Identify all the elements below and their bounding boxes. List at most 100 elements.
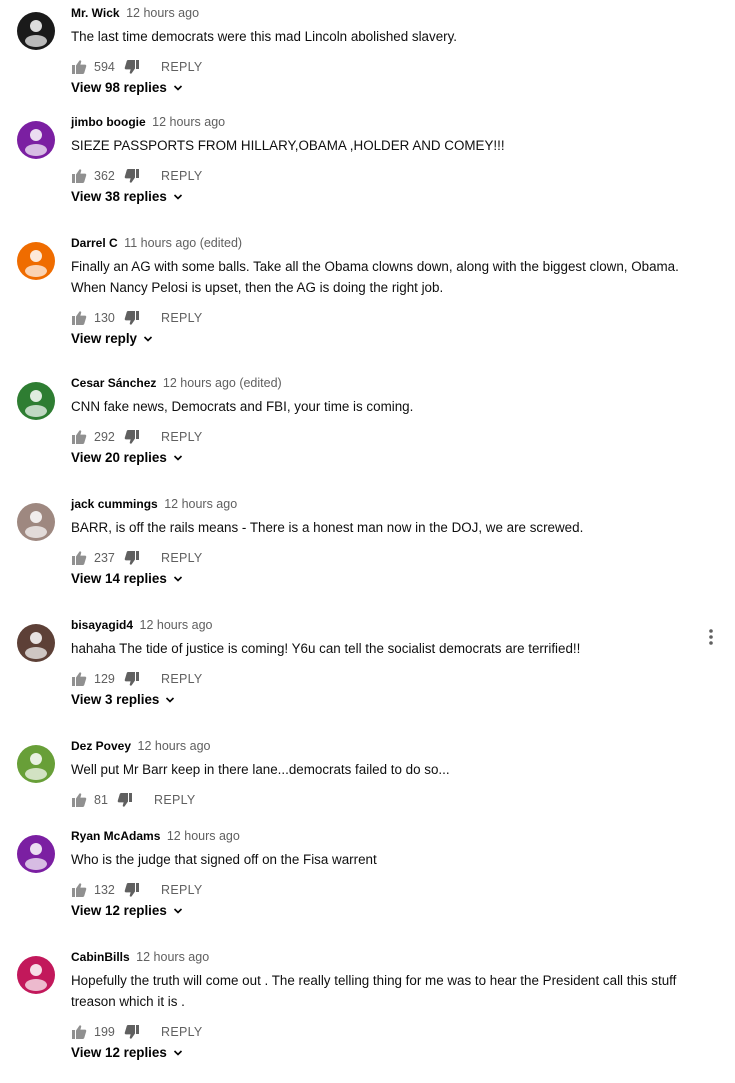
- comment-actions: 292 REPLY: [71, 429, 203, 445]
- thumbs-down-icon[interactable]: [117, 792, 133, 808]
- thumbs-up-icon[interactable]: [71, 59, 87, 75]
- comment-actions: 199 REPLY: [71, 1024, 203, 1040]
- thumbs-down-icon[interactable]: [124, 1024, 140, 1040]
- more-options-icon[interactable]: [705, 628, 717, 646]
- chevron-down-icon: [173, 575, 182, 582]
- comment-actions: 132 REPLY: [71, 882, 203, 898]
- comment-timestamp[interactable]: 12 hours ago: [164, 497, 237, 511]
- view-replies-label: View 98 replies: [71, 80, 167, 95]
- comment-text: Well put Mr Barr keep in there lane...de…: [71, 762, 450, 777]
- author-name[interactable]: jack cummings: [71, 497, 158, 511]
- author-name[interactable]: jimbo boogie: [71, 115, 146, 129]
- comment-text: SIEZE PASSPORTS FROM HILLARY,OBAMA ,HOLD…: [71, 138, 505, 153]
- comment-header: Darrel C 11 hours ago (edited): [71, 236, 242, 250]
- avatar[interactable]: [17, 956, 55, 994]
- comment-timestamp[interactable]: 12 hours ago: [167, 829, 240, 843]
- avatar[interactable]: [17, 121, 55, 159]
- thumbs-up-icon[interactable]: [71, 310, 87, 326]
- default-avatar-icon: [17, 745, 55, 783]
- default-avatar-icon: [17, 956, 55, 994]
- comment-timestamp[interactable]: 12 hours ago: [152, 115, 225, 129]
- comment-header: Cesar Sánchez 12 hours ago (edited): [71, 376, 282, 390]
- view-replies-button[interactable]: View 12 replies: [71, 1045, 183, 1060]
- view-replies-button[interactable]: View 20 replies: [71, 450, 183, 465]
- comment-timestamp[interactable]: 12 hours ago: [126, 6, 199, 20]
- comment-timestamp[interactable]: 12 hours ago: [140, 618, 213, 632]
- reply-button[interactable]: REPLY: [161, 1025, 203, 1039]
- comment-actions: 237 REPLY: [71, 550, 203, 566]
- comment-header: bisayagid4 12 hours ago: [71, 618, 213, 632]
- reply-button[interactable]: REPLY: [161, 883, 203, 897]
- comment-header: jack cummings 12 hours ago: [71, 497, 237, 511]
- thumbs-up-icon[interactable]: [71, 1024, 87, 1040]
- thumbs-down-icon[interactable]: [124, 168, 140, 184]
- reply-button[interactable]: REPLY: [154, 793, 196, 807]
- view-replies-button[interactable]: View reply: [71, 331, 153, 346]
- reply-button[interactable]: REPLY: [161, 672, 203, 686]
- avatar[interactable]: [17, 242, 55, 280]
- thumbs-down-icon[interactable]: [124, 59, 140, 75]
- like-count: 81: [94, 793, 108, 807]
- thumbs-up-icon[interactable]: [71, 671, 87, 687]
- thumbs-up-icon[interactable]: [71, 550, 87, 566]
- author-name[interactable]: Ryan McAdams: [71, 829, 160, 843]
- reply-button[interactable]: REPLY: [161, 430, 203, 444]
- comment-header: jimbo boogie 12 hours ago: [71, 115, 225, 129]
- author-name[interactable]: CabinBills: [71, 950, 130, 964]
- like-count: 292: [94, 430, 115, 444]
- comment-text: Hopefully the truth will come out . The …: [71, 973, 677, 1009]
- comment-timestamp[interactable]: 12 hours ago (edited): [163, 376, 282, 390]
- author-name[interactable]: Mr. Wick: [71, 6, 120, 20]
- comment-timestamp[interactable]: 11 hours ago (edited): [124, 236, 242, 250]
- avatar[interactable]: [17, 12, 55, 50]
- view-replies-button[interactable]: View 3 replies: [71, 692, 175, 707]
- like-count: 132: [94, 883, 115, 897]
- comment-text: The last time democrats were this mad Li…: [71, 29, 458, 44]
- author-name[interactable]: Darrel C: [71, 236, 118, 250]
- avatar[interactable]: [17, 382, 55, 420]
- avatar[interactable]: [17, 835, 55, 873]
- like-count: 130: [94, 311, 115, 325]
- thumbs-down-icon[interactable]: [124, 310, 140, 326]
- view-replies-label: View reply: [71, 331, 137, 346]
- default-avatar-icon: [17, 242, 55, 280]
- view-replies-label: View 14 replies: [71, 571, 167, 586]
- thumbs-up-icon[interactable]: [71, 882, 87, 898]
- thumbs-up-icon[interactable]: [71, 792, 87, 808]
- view-replies-button[interactable]: View 14 replies: [71, 571, 183, 586]
- like-count: 237: [94, 551, 115, 565]
- avatar[interactable]: [17, 745, 55, 783]
- comment-text: hahaha The tide of justice is coming! Y6…: [71, 641, 581, 656]
- author-name[interactable]: Dez Povey: [71, 739, 131, 753]
- reply-button[interactable]: REPLY: [161, 311, 203, 325]
- comment-header: CabinBills 12 hours ago: [71, 950, 209, 964]
- thumbs-down-icon[interactable]: [124, 882, 140, 898]
- chevron-down-icon: [173, 84, 182, 91]
- author-name[interactable]: bisayagid4: [71, 618, 133, 632]
- thumbs-down-icon[interactable]: [124, 550, 140, 566]
- comment-text: BARR, is off the rails means - There is …: [71, 520, 584, 535]
- chevron-down-icon: [173, 907, 182, 914]
- reply-button[interactable]: REPLY: [161, 169, 203, 183]
- avatar[interactable]: [17, 624, 55, 662]
- comment-header: Dez Povey 12 hours ago: [71, 739, 211, 753]
- avatar[interactable]: [17, 503, 55, 541]
- view-replies-button[interactable]: View 38 replies: [71, 189, 183, 204]
- comments-list: Mr. Wick 12 hours ago The last time demo…: [0, 0, 735, 1083]
- comment-timestamp[interactable]: 12 hours ago: [138, 739, 211, 753]
- thumbs-up-icon[interactable]: [71, 168, 87, 184]
- author-name[interactable]: Cesar Sánchez: [71, 376, 156, 390]
- reply-button[interactable]: REPLY: [161, 551, 203, 565]
- thumbs-down-icon[interactable]: [124, 671, 140, 687]
- comment-text: CNN fake news, Democrats and FBI, your t…: [71, 399, 414, 414]
- view-replies-button[interactable]: View 98 replies: [71, 80, 183, 95]
- comment-timestamp[interactable]: 12 hours ago: [136, 950, 209, 964]
- thumbs-down-icon[interactable]: [124, 429, 140, 445]
- comment-text: Finally an AG with some balls. Take all …: [71, 259, 679, 295]
- chevron-down-icon: [173, 1049, 182, 1056]
- chevron-down-icon: [166, 696, 175, 703]
- thumbs-up-icon[interactable]: [71, 429, 87, 445]
- view-replies-button[interactable]: View 12 replies: [71, 903, 183, 918]
- reply-button[interactable]: REPLY: [161, 60, 203, 74]
- default-avatar-icon: [17, 12, 55, 50]
